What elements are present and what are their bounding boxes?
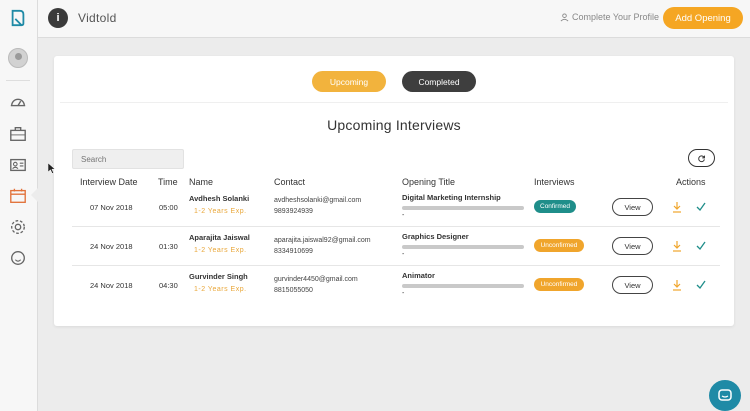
opening-subtitle: - (402, 290, 405, 297)
interview-time: 01:30 (159, 242, 178, 251)
chat-icon[interactable] (8, 248, 28, 268)
check-icon[interactable] (695, 278, 707, 290)
view-button[interactable]: View (612, 198, 653, 216)
candidate-name[interactable]: Aparajita Jaiswal (189, 233, 250, 242)
contact-email[interactable]: gurvinder4450@gmail.com (274, 275, 358, 285)
app-title: Vidtold (78, 11, 117, 25)
candidate-experience: 1-2 Years Exp. (194, 286, 247, 293)
add-opening-button[interactable]: Add Opening (663, 7, 743, 29)
refresh-button[interactable] (688, 149, 715, 167)
status-badge: Unconfirmed (534, 239, 584, 252)
calendar-icon[interactable] (8, 186, 28, 206)
opening-subtitle: - (402, 251, 405, 258)
complete-profile-link[interactable]: Complete Your Profile (560, 12, 659, 22)
download-icon[interactable] (671, 200, 683, 213)
opening-title[interactable]: Graphics Designer (402, 232, 469, 241)
contact-phone: 8815055050 (274, 287, 313, 294)
col-name[interactable]: Name (189, 177, 213, 187)
candidate-experience: 1-2 Years Exp. (194, 208, 247, 215)
contact-email[interactable]: avdheshsolanki@gmail.com (274, 196, 361, 206)
col-actions[interactable]: Actions (676, 177, 706, 187)
logo-icon[interactable] (8, 8, 28, 28)
sidebar-divider (6, 80, 30, 81)
opening-progress-bar (402, 284, 524, 288)
dashboard-icon[interactable] (8, 92, 28, 112)
contact-phone: 9893924939 (274, 208, 313, 215)
chat-widget-button[interactable] (709, 380, 741, 411)
col-time[interactable]: Time (158, 177, 178, 187)
interview-date: 24 Nov 2018 (90, 281, 133, 290)
active-pointer (31, 188, 38, 202)
check-icon[interactable] (695, 239, 707, 251)
check-icon[interactable] (695, 200, 707, 212)
candidate-name[interactable]: Avdhesh Solanki (189, 194, 249, 203)
user-icon (560, 12, 569, 21)
opening-progress-bar (402, 206, 524, 210)
status-badge: Unconfirmed (534, 278, 584, 291)
col-interview-date[interactable]: Interview Date (80, 177, 138, 187)
avatar[interactable] (8, 48, 28, 68)
interview-time: 05:00 (159, 203, 178, 212)
sidebar (0, 0, 38, 411)
briefcase-icon[interactable] (8, 124, 28, 144)
mouse-cursor-icon (48, 163, 56, 174)
table-row: 07 Nov 2018 05:00 Avdhesh Solanki 1-2 Ye… (72, 188, 720, 227)
contact-phone: 8334910699 (274, 248, 313, 255)
search-input[interactable] (72, 149, 184, 169)
contact-email[interactable]: aparajita.jaiswal92@gmail.com (274, 236, 371, 246)
candidate-experience: 1-2 Years Exp. (194, 247, 247, 254)
table-row: 24 Nov 2018 04:30 Gurvinder Singh 1-2 Ye… (72, 266, 720, 305)
interview-date: 07 Nov 2018 (90, 203, 133, 212)
id-card-icon[interactable] (8, 155, 28, 175)
candidate-name[interactable]: Gurvinder Singh (189, 272, 248, 281)
tabs-divider (60, 102, 728, 103)
view-button[interactable]: View (612, 276, 653, 294)
complete-profile-label: Complete Your Profile (572, 12, 660, 22)
table-row: 24 Nov 2018 01:30 Aparajita Jaiswal 1-2 … (72, 227, 720, 266)
download-icon[interactable] (671, 278, 683, 291)
col-contact[interactable]: Contact (274, 177, 305, 187)
col-interviews[interactable]: Interviews (534, 177, 575, 187)
menu-button[interactable]: i (48, 8, 68, 28)
view-button[interactable]: View (612, 237, 653, 255)
chat-bubble-icon (718, 388, 732, 401)
header: i Vidtold Complete Your Profile Add Open… (38, 0, 750, 38)
opening-progress-bar (402, 245, 524, 249)
opening-title[interactable]: Digital Marketing Internship (402, 193, 501, 202)
interviews-card: Upcoming Completed Upcoming Interviews I… (54, 56, 734, 326)
tab-completed[interactable]: Completed (402, 71, 476, 92)
col-opening-title[interactable]: Opening Title (402, 177, 455, 187)
refresh-icon (698, 154, 705, 162)
tab-upcoming[interactable]: Upcoming (312, 71, 386, 92)
opening-subtitle: - (402, 212, 405, 219)
status-badge: Confirmed (534, 200, 576, 213)
settings-icon[interactable] (8, 217, 28, 237)
opening-title[interactable]: Animator (402, 271, 435, 280)
interview-time: 04:30 (159, 281, 178, 290)
page-title: Upcoming Interviews (327, 117, 461, 133)
interview-date: 24 Nov 2018 (90, 242, 133, 251)
download-icon[interactable] (671, 239, 683, 252)
